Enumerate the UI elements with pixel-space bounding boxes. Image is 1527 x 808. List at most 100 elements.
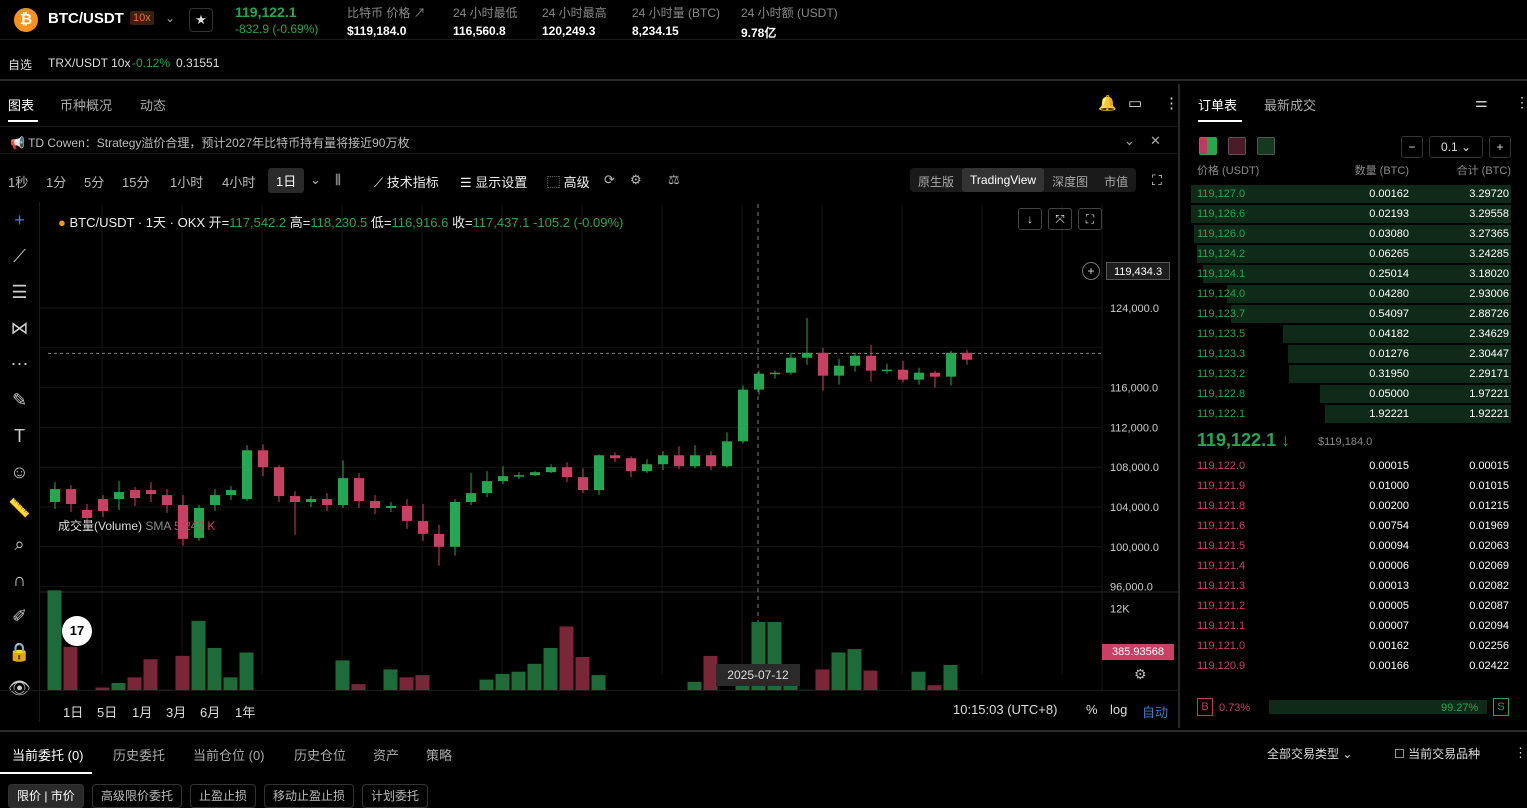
ask-row[interactable]: 119,126.60.021933.29558 (1187, 204, 1511, 224)
interval-4h[interactable]: 4小时 (222, 172, 255, 191)
favorite-star-button[interactable]: ★ (189, 8, 213, 32)
plus-button[interactable]: + (1489, 136, 1511, 158)
layout-asks-icon[interactable] (1228, 137, 1246, 155)
settings-sliders-icon[interactable]: ⚌ (1475, 94, 1488, 111)
range-1m[interactable]: 1月 (132, 702, 152, 721)
bid-row[interactable]: 119,121.50.000940.02063 (1187, 536, 1511, 556)
minus-button[interactable]: − (1401, 136, 1423, 158)
maximize-icon[interactable]: ⛶ (1078, 208, 1102, 230)
tab-chart[interactable]: 图表 (8, 95, 34, 114)
candle-type-icon[interactable]: ⫼ (335, 172, 341, 188)
order-type-filter[interactable]: 全部交易类型 ⌄ (1267, 745, 1352, 762)
close-icon[interactable]: ✕ (1150, 133, 1161, 149)
pill-tp-sl[interactable]: 止盈止损 (190, 784, 256, 808)
percent-toggle[interactable]: % (1086, 702, 1098, 717)
range-1d[interactable]: 1日 (63, 702, 83, 721)
ask-row[interactable]: 119,124.00.042802.93006 (1187, 284, 1511, 304)
bid-row[interactable]: 119,120.90.001660.02422 (1187, 656, 1511, 676)
log-toggle[interactable]: log (1110, 702, 1127, 717)
advanced-button[interactable]: ⬚ 高级 (547, 172, 590, 191)
news-text[interactable]: 📢 TD Cowen：Strategy溢价合理，预计2027年比特币持有量将接近… (10, 134, 409, 151)
layout-both-icon[interactable] (1199, 137, 1217, 155)
interval-1h[interactable]: 1小时 (170, 172, 203, 191)
ask-row[interactable]: 119,123.70.540972.88726 (1187, 304, 1511, 324)
pill-advanced-limit[interactable]: 高级限价委托 (92, 784, 182, 808)
view-native[interactable]: 原生版 (910, 168, 962, 192)
display-settings-button[interactable]: ☰ 显示设置 (460, 172, 527, 191)
interval-1s[interactable]: 1秒 (8, 172, 28, 191)
pencil-lock-icon[interactable]: ✐ (0, 598, 39, 634)
tab-order-history[interactable]: 历史委托 (113, 745, 165, 764)
bid-row[interactable]: 119,122.00.000150.00015 (1187, 456, 1511, 476)
magnet-icon[interactable]: ∩ (0, 562, 39, 598)
pill-limit-market[interactable]: 限价 | 市价 (8, 784, 84, 808)
chevron-down-icon[interactable]: ⌄ (165, 11, 175, 25)
range-6m[interactable]: 6月 (200, 702, 220, 721)
bid-row[interactable]: 119,121.40.000060.02069 (1187, 556, 1511, 576)
pill-trailing-stop[interactable]: 移动止盈止损 (264, 784, 354, 808)
more-vert-icon[interactable]: ⋮ (1514, 745, 1527, 761)
tab-position-history[interactable]: 历史仓位 (294, 745, 346, 764)
tab-feed[interactable]: 动态 (140, 95, 166, 114)
bid-row[interactable]: 119,121.60.007540.01969 (1187, 516, 1511, 536)
ask-row[interactable]: 119,124.10.250143.18020 (1187, 264, 1511, 284)
gear-icon[interactable]: ⚙ (630, 172, 642, 188)
more-vert-icon[interactable]: ⋮ (1164, 94, 1179, 112)
fullscreen-icon[interactable]: ⛶ (1152, 172, 1162, 189)
layout-bids-icon[interactable] (1257, 137, 1275, 155)
bid-row[interactable]: 119,121.10.000070.02094 (1187, 616, 1511, 636)
interval-1d[interactable]: 1日 (268, 168, 304, 193)
indicators-button[interactable]: ⟋ 技术指标 (374, 172, 439, 191)
interval-15m[interactable]: 15分 (122, 172, 149, 191)
emoji-icon[interactable]: ☺ (0, 454, 39, 490)
interval-dropdown-icon[interactable]: ⌄ (310, 172, 321, 188)
ask-row[interactable]: 119,124.20.062653.24285 (1187, 244, 1511, 264)
collapse-icon[interactable]: ⤧ (1048, 208, 1072, 230)
ask-row[interactable]: 119,122.11.922211.92221 (1187, 404, 1511, 424)
view-depth[interactable]: 深度图 (1044, 168, 1096, 192)
lock-icon[interactable]: 🔒 (0, 634, 39, 670)
news-ticker[interactable]: 📢 TD Cowen：Strategy溢价合理，预计2027年比特币持有量将接近… (0, 126, 1180, 154)
view-market-cap[interactable]: 市值 (1096, 168, 1136, 192)
scale-icon[interactable]: ⚖ (668, 172, 680, 188)
precision-select[interactable]: 0.1 ⌄ (1429, 136, 1483, 158)
ask-row[interactable]: 119,123.20.319502.29171 (1187, 364, 1511, 384)
pill-trigger-order[interactable]: 计划委托 (362, 784, 428, 808)
text-icon[interactable]: T (0, 418, 39, 454)
ruler-icon[interactable]: 📏 (0, 490, 39, 526)
ask-row[interactable]: 119,127.00.001623.29720 (1187, 184, 1511, 204)
bid-row[interactable]: 119,121.00.001620.02256 (1187, 636, 1511, 656)
range-1y[interactable]: 1年 (235, 702, 255, 721)
fib-icon[interactable]: ☰ (0, 274, 39, 310)
alert-add-icon[interactable]: 🔔 (1098, 94, 1117, 112)
bid-row[interactable]: 119,121.80.002000.01215 (1187, 496, 1511, 516)
sync-icon[interactable]: ⟳ (604, 172, 615, 188)
watchlist-label[interactable]: 自选 (8, 56, 32, 73)
arrow-down-icon[interactable]: ↓ (1018, 208, 1042, 230)
tab-assets[interactable]: 资产 (373, 745, 399, 764)
current-symbol-checkbox[interactable]: ☐ 当前交易品种 (1394, 745, 1480, 762)
zoom-icon[interactable]: ⌕ (0, 526, 39, 562)
projection-icon[interactable]: ⋯ (0, 346, 39, 382)
ask-row[interactable]: 119,122.80.050001.97221 (1187, 384, 1511, 404)
tab-strategy[interactable]: 策略 (426, 745, 452, 764)
range-5d[interactable]: 5日 (97, 702, 117, 721)
bid-row[interactable]: 119,121.30.000130.02082 (1187, 576, 1511, 596)
auto-toggle[interactable]: 自动 (1142, 702, 1168, 721)
window-icon[interactable]: ▭ (1128, 94, 1142, 112)
trendline-icon[interactable]: ⟋ (0, 238, 39, 274)
pattern-icon[interactable]: ⋈ (0, 310, 39, 346)
stat-btc-price[interactable]: 比特币 价格 ↗$119,184.0 (347, 4, 426, 38)
watchlist-pair[interactable]: TRX/USDT 10x (48, 56, 130, 70)
tab-positions[interactable]: 当前仓位 (0) (193, 745, 265, 764)
pair-selector[interactable]: BTC/USDT (48, 10, 124, 27)
tab-coin-overview[interactable]: 币种概况 (60, 95, 112, 114)
bid-row[interactable]: 119,121.20.000050.02087 (1187, 596, 1511, 616)
view-tradingview[interactable]: TradingView (962, 168, 1044, 192)
range-3m[interactable]: 3月 (166, 702, 186, 721)
tradingview-logo[interactable]: 17 (62, 616, 92, 646)
chevron-down-icon[interactable]: ⌄ (1124, 133, 1135, 149)
interval-1m[interactable]: 1分 (46, 172, 66, 191)
tab-orderbook[interactable]: 订单表 (1198, 95, 1237, 114)
ask-row[interactable]: 119,123.50.041822.34629 (1187, 324, 1511, 344)
